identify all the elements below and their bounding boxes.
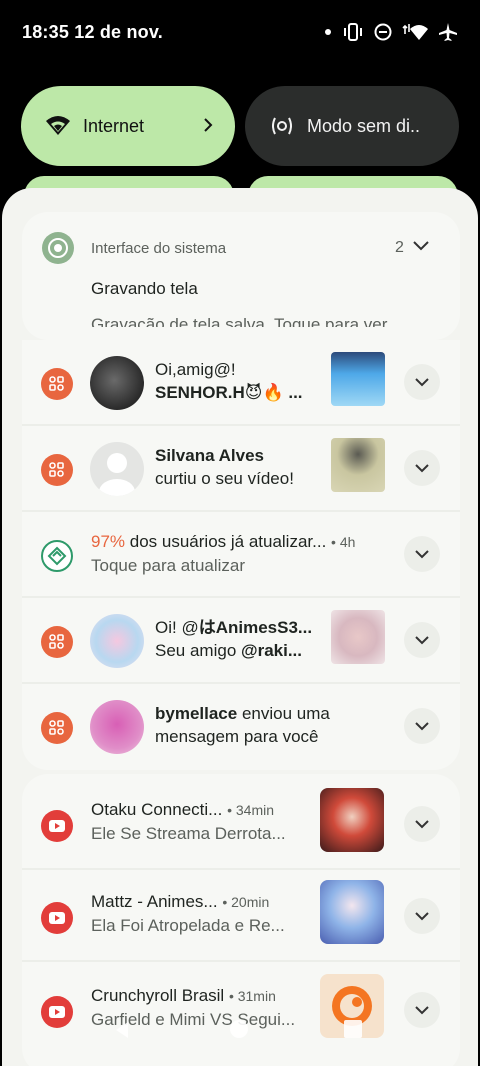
notification-line1: bymellace enviou uma (155, 702, 355, 725)
notification-line2: SENHOR.H😈🔥 ... (155, 383, 303, 402)
notification-time: • 31min (228, 988, 276, 1004)
notification-time: • 20min (222, 894, 270, 910)
chevron-right-icon (203, 113, 213, 139)
avatar (90, 442, 144, 496)
recording-body-clip: Gravação de tela salva. Toque para ver (91, 313, 431, 327)
status-time: 18:35 12 de nov. (22, 21, 163, 42)
notification-line1: Otaku Connecti... • 34min (91, 798, 321, 822)
recording-body: Gravação de tela salva. Toque para ver (91, 315, 388, 327)
dnd-icon (267, 111, 297, 141)
status-bar: 18:35 12 de nov. (0, 0, 480, 64)
home-button[interactable] (230, 1020, 248, 1038)
system-ui-icon (42, 232, 74, 264)
app-grid-icon (41, 368, 73, 400)
chevron-down-icon[interactable] (404, 806, 440, 842)
thumbnail (331, 610, 385, 664)
vibrate-icon (342, 23, 364, 41)
notification-sheet[interactable]: Interface do sistema 2 Gravando tela Gra… (2, 188, 478, 1066)
channel-name: Mattz - Animes... (91, 892, 218, 911)
channel-name: Otaku Connecti... (91, 800, 223, 819)
channel-name: Crunchyroll Brasil (91, 986, 225, 1005)
notification-text: Oi,amig@! SENHOR.H😈🔥 ... (155, 358, 335, 404)
recording-title: Gravando tela (91, 279, 198, 298)
system-app-name: Interface do sistema (91, 240, 227, 257)
youtube-notification[interactable]: Otaku Connecti... • 34min Ele Se Streama… (22, 780, 460, 870)
line1-bold: はAnimesS3... (198, 618, 313, 637)
minus-circle-icon (374, 23, 392, 41)
dnd-tile[interactable]: Modo sem di.. (245, 86, 459, 166)
notification-line2: curtiu o seu vídeo! (155, 469, 294, 488)
avatar (90, 700, 144, 754)
notification-line2: Seu amigo @raki... (155, 639, 335, 662)
notification-item[interactable]: Oi! @はAnimesS3... Seu amigo @raki... (22, 598, 460, 684)
notification-time: • 34min (227, 802, 274, 818)
notification-line1: Mattz - Animes... • 20min (91, 890, 321, 914)
navigation-bar (0, 1018, 480, 1042)
internet-tile[interactable]: Internet (21, 86, 235, 166)
notification-item[interactable]: 97% dos usuários já atualizar... • 4h To… (22, 512, 460, 598)
notification-line2: mensagem para você (155, 727, 319, 746)
video-title: Ele Se Streama Derrota... (91, 824, 286, 843)
notification-line2: Toque para atualizar (91, 556, 246, 575)
group-count: 2 (395, 239, 404, 256)
video-thumbnail (320, 788, 384, 852)
video-thumbnail (320, 880, 384, 944)
line1-rest: enviou uma (237, 704, 330, 723)
line2-prefix: Seu amigo (155, 641, 241, 660)
wifi-icon (43, 111, 73, 141)
notification-line1: Oi,amig@! (155, 360, 236, 379)
notification-text: Oi! @はAnimesS3... Seu amigo @raki... (155, 616, 335, 662)
app-grid-icon (41, 712, 73, 744)
dnd-tile-label: Modo sem di.. (307, 115, 421, 136)
notification-line1: Silvana Alves (155, 446, 264, 465)
chevron-down-icon[interactable] (404, 898, 440, 934)
youtube-icon (41, 902, 73, 934)
chevron-down-icon[interactable] (404, 536, 440, 572)
system-notification-group[interactable]: Interface do sistema 2 Gravando tela Gra… (22, 212, 460, 340)
wifi-data-icon (402, 23, 428, 41)
notification-item[interactable]: Silvana Alves curtiu o seu vídeo! (22, 426, 460, 512)
update-percent: 97% (91, 532, 126, 551)
line1-bold: bymellace (155, 704, 238, 723)
update-line1-rest: dos usuários já atualizar... (125, 532, 327, 551)
notification-line1: Crunchyroll Brasil • 31min (91, 984, 321, 1008)
chevron-down-icon[interactable] (404, 708, 440, 744)
chevron-down-icon[interactable] (411, 239, 431, 258)
line2-bold: @raki... (241, 641, 302, 660)
airplane-icon (438, 22, 458, 42)
notification-text: 97% dos usuários já atualizar... • 4h To… (91, 530, 391, 577)
notification-text: Silvana Alves curtiu o seu vídeo! (155, 444, 335, 490)
status-icons (324, 22, 458, 42)
notification-line1: Oi! @はAnimesS3... (155, 616, 335, 639)
youtube-notification[interactable]: Mattz - Animes... • 20min Ela Foi Atrope… (22, 872, 460, 962)
avatar (90, 614, 144, 668)
recents-button[interactable] (344, 1020, 362, 1038)
thumbnail (331, 352, 385, 406)
notification-item[interactable]: bymellace enviou uma mensagem para você (22, 684, 460, 770)
chevron-down-icon[interactable] (404, 364, 440, 400)
chevron-down-icon[interactable] (404, 622, 440, 658)
youtube-notification[interactable]: Crunchyroll Brasil • 31min Garfield e Mi… (22, 966, 460, 1066)
dot-icon (324, 28, 332, 36)
update-line1: 97% dos usuários já atualizar... • 4h (91, 530, 391, 554)
video-title: Ela Foi Atropelada e Re... (91, 916, 285, 935)
notification-text: Mattz - Animes... • 20min Ela Foi Atrope… (91, 890, 321, 937)
avatar (90, 356, 144, 410)
notification-text: Otaku Connecti... • 34min Ele Se Streama… (91, 798, 321, 845)
line1-prefix: Oi! @ (155, 618, 199, 637)
update-icon (41, 540, 73, 572)
app-grid-icon (41, 454, 73, 486)
thumbnail (331, 438, 385, 492)
notification-time: • 4h (331, 534, 356, 550)
notification-item[interactable]: Oi,amig@! SENHOR.H😈🔥 ... (22, 340, 460, 426)
back-button[interactable] (112, 1020, 132, 1045)
notification-text: bymellace enviou uma mensagem para você (155, 702, 355, 748)
youtube-icon (41, 810, 73, 842)
chevron-down-icon[interactable] (404, 450, 440, 486)
app-grid-icon (41, 626, 73, 658)
internet-tile-label: Internet (83, 115, 145, 136)
